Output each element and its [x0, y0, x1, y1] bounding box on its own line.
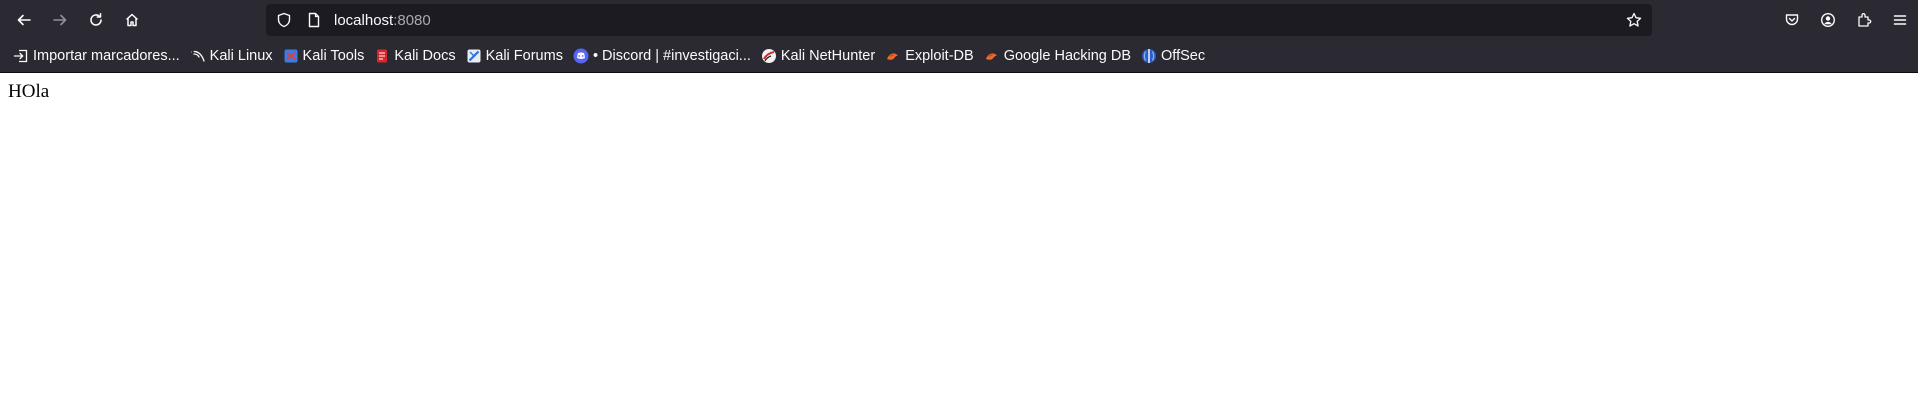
kali-forums-icon	[466, 48, 482, 64]
bookmark-exploit-db[interactable]: Exploit-DB	[880, 44, 979, 68]
offsec-icon	[1141, 48, 1157, 64]
ghdb-icon	[984, 48, 1000, 64]
toolbar-right	[1774, 4, 1918, 36]
url-port: :8080	[393, 11, 431, 29]
kali-docs-icon	[374, 48, 390, 64]
page-icon[interactable]	[306, 12, 322, 28]
menu-button[interactable]	[1882, 4, 1918, 36]
bookmark-kali-forums[interactable]: Kali Forums	[461, 44, 568, 68]
reload-icon	[90, 13, 102, 26]
back-icon	[17, 14, 31, 26]
bookmark-label: Importar marcadores...	[33, 48, 180, 64]
bookmark-label: Kali Docs	[394, 48, 456, 64]
pocket-icon	[1785, 14, 1799, 26]
bookmark-label: Kali Tools	[302, 48, 365, 64]
nethunter-icon	[761, 48, 777, 64]
exploit-db-icon	[885, 48, 901, 64]
bookmark-kali-linux[interactable]: Kali Linux	[185, 44, 278, 68]
bookmarks-toolbar: Importar marcadores... Kali Linux Kali T…	[0, 40, 1918, 73]
bookmark-label: Google Hacking DB	[1003, 48, 1132, 64]
page-content: HOla	[0, 73, 1918, 111]
extensions-button[interactable]	[1846, 4, 1882, 36]
back-button[interactable]	[6, 4, 42, 36]
forward-button[interactable]	[42, 4, 78, 36]
extensions-icon	[1858, 13, 1872, 27]
bookmark-discord[interactable]: • Discord | #investigaci...	[568, 44, 756, 68]
bookmark-label: Kali Linux	[209, 48, 273, 64]
url-bar[interactable]: localhost:8080	[266, 4, 1652, 36]
home-button[interactable]	[114, 4, 150, 36]
bookmark-label: Exploit-DB	[905, 48, 974, 64]
account-icon	[1820, 12, 1836, 28]
home-icon	[125, 13, 139, 27]
bookmark-label: OffSec	[1161, 48, 1206, 64]
menu-icon	[1893, 15, 1907, 25]
shield-icon[interactable]	[276, 12, 292, 28]
kali-tools-icon	[283, 48, 299, 64]
bookmark-kali-docs[interactable]: Kali Docs	[369, 44, 460, 68]
bookmark-label: Kali Forums	[485, 48, 563, 64]
bookmark-offsec[interactable]: OffSec	[1136, 44, 1210, 68]
pocket-button[interactable]	[1774, 4, 1810, 36]
bookmark-importar-marcadores[interactable]: Importar marcadores...	[8, 44, 185, 68]
nav-toolbar: localhost:8080	[0, 0, 1918, 40]
browser-chrome: localhost:8080 Importar marcadores... Ka…	[0, 0, 1918, 73]
url-text[interactable]: localhost:8080	[334, 12, 431, 29]
star-icon[interactable]	[1626, 12, 1642, 28]
kali-dragon-icon	[190, 48, 206, 64]
import-icon	[13, 48, 29, 64]
bookmark-label: • Discord | #investigaci...	[592, 48, 751, 64]
reload-button[interactable]	[78, 4, 114, 36]
bookmark-google-hacking-db[interactable]: Google Hacking DB	[979, 44, 1136, 68]
url-host: localhost	[334, 11, 394, 29]
bookmark-kali-tools[interactable]: Kali Tools	[278, 44, 370, 68]
page-body-text: HOla	[8, 81, 50, 102]
forward-icon	[53, 14, 67, 26]
bookmark-label: Kali NetHunter	[780, 48, 876, 64]
discord-icon	[573, 48, 589, 64]
account-button[interactable]	[1810, 4, 1846, 36]
bookmark-kali-nethunter[interactable]: Kali NetHunter	[756, 44, 880, 68]
